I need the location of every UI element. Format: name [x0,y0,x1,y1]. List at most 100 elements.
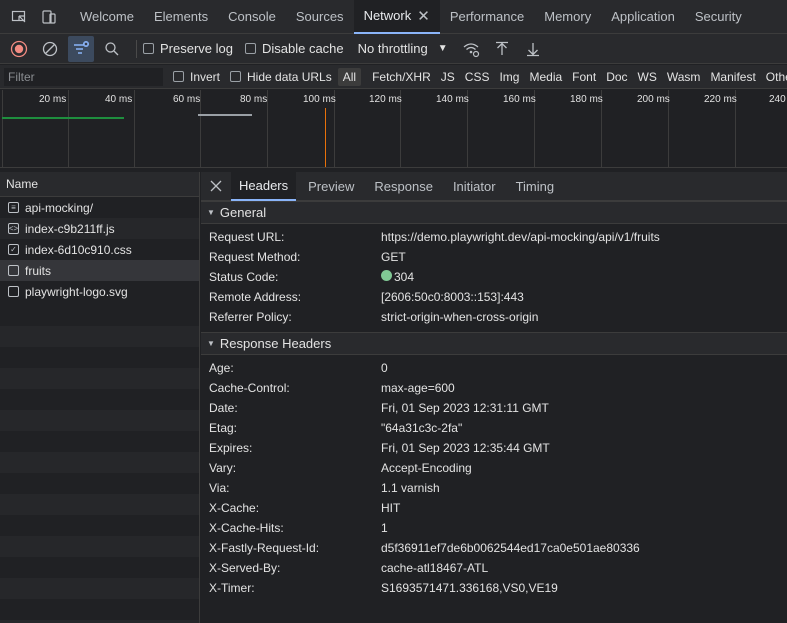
record-button[interactable] [6,36,32,62]
checkbox-box[interactable] [230,71,242,82]
header-key: X-Cache-Hits: [209,521,284,535]
header-value: https://demo.playwright.dev/api-mocking/… [381,230,660,244]
preserve-log-checkbox[interactable]: Preserve log [143,41,233,56]
header-key: Via: [209,481,230,495]
tab-memory[interactable]: Memory [534,0,601,34]
tab-network[interactable]: Network ✕ [353,0,440,34]
network-conditions-button[interactable] [458,36,484,62]
timeline-tick-label: 140 ms [436,94,469,105]
filter-toggle-button[interactable] [68,35,94,62]
header-row: Referrer Policy: strict-origin-when-cross… [201,307,787,327]
close-icon[interactable]: ✕ [417,7,430,25]
checkbox-label: Preserve log [160,41,233,56]
tab-timing[interactable]: Timing [508,172,563,201]
timeline-tick: 60 ms [173,90,201,167]
tab-headers[interactable]: Headers [231,171,297,201]
timeline-tick-label: 120 ms [369,94,402,105]
record-icon [10,40,28,57]
tab-security[interactable]: Security [685,0,752,34]
close-details-button[interactable] [201,172,231,201]
response-header-rows: Age: 0 Cache-Control: max-age=600 Date: Fri… [201,355,787,603]
filter-type-all[interactable]: All [337,67,362,86]
header-row: Cache-Control: max-age=600 [201,378,787,398]
header-value: "64a31c3c-2fa" [381,421,463,435]
tab-console[interactable]: Console [218,0,286,34]
timeline-tick-label: 100 ms [303,94,336,105]
filter-type-doc[interactable]: Doc [601,68,632,86]
filter-type-media[interactable]: Media [524,68,567,86]
tab-label: Elements [153,9,209,24]
tab-welcome[interactable]: Welcome [70,0,144,34]
column-header-name[interactable]: Name [0,172,199,197]
panel-tabs: Welcome Elements Console Sources Network… [70,0,752,34]
header-value: S1693571471.336168,VS0,VE19 [381,581,558,595]
header-value: Fri, 01 Sep 2023 12:35:44 GMT [381,441,550,455]
filter-type-wasm[interactable]: Wasm [662,68,706,86]
checkbox-box[interactable] [244,43,256,54]
timeline-tick: 20 ms [39,90,69,167]
header-value: 0 [381,361,388,375]
request-name: api-mocking/ [25,200,94,215]
timeline-tick-label: 180 ms [570,94,603,105]
tab-initiator[interactable]: Initiator [445,172,504,201]
checkbox-box[interactable] [143,43,154,54]
filter-input[interactable] [4,67,163,86]
timeline-tick: 80 ms [240,90,268,167]
status-ok-icon [381,269,392,281]
disable-cache-checkbox[interactable]: Disable cache [244,41,344,56]
header-row: Remote Address: [2606:50c0:8003::153]:443 [201,287,787,307]
tab-application[interactable]: Application [601,0,685,34]
search-button[interactable] [99,36,125,62]
clear-button[interactable] [37,36,63,62]
header-key: Request URL: [209,230,285,244]
import-har-button[interactable] [489,36,515,62]
filter-type-other[interactable]: Other [761,68,787,86]
tab-sources[interactable]: Sources [286,0,354,34]
timeline-overview[interactable]: 20 ms 40 ms 60 ms 80 ms 100 ms 120 ms 14… [0,90,787,168]
fetch-icon [8,265,19,276]
invert-checkbox[interactable]: Invert [173,70,220,84]
header-value: strict-origin-when-cross-origin [381,310,539,324]
header-key: Referrer Policy: [209,310,292,324]
tab-preview[interactable]: Preview [300,172,362,201]
tab-performance[interactable]: Performance [440,0,534,34]
inspect-element-icon[interactable] [8,6,30,28]
response-headers-section-header[interactable]: ▼ Response Headers [201,332,787,355]
timeline-tick: 220 ms [704,90,737,167]
upload-icon [495,41,508,55]
filter-type-font[interactable]: Font [567,68,601,86]
close-icon [210,180,222,192]
general-section-header[interactable]: ▼ General [201,201,787,224]
header-row: Status Code: 304 [201,267,787,287]
filter-type-manifest[interactable]: Manifest [705,68,760,86]
checkbox-label: Hide data URLs [247,69,332,84]
request-row[interactable]: ✓ index-6d10c910.css [0,239,199,260]
throttling-select[interactable]: No throttling ▼ [358,41,448,56]
header-key: X-Fastly-Request-Id: [209,541,320,555]
hide-data-urls-checkbox[interactable]: Hide data URLs [230,70,332,84]
filter-type-js[interactable]: JS [436,68,460,86]
header-row: Request URL: https://demo.playwright.dev/… [201,227,787,247]
filter-type-ws[interactable]: WS [633,68,662,86]
request-row[interactable]: <> index-c9b211ff.js [0,218,199,239]
header-row: Expires: Fri, 01 Sep 2023 12:35:44 GMT [201,438,787,458]
header-value: Fri, 01 Sep 2023 12:31:11 GMT [381,401,549,415]
request-row[interactable]: playwright-logo.svg [0,281,199,302]
request-row[interactable]: fruits [0,260,199,281]
tab-response[interactable]: Response [366,172,441,201]
device-toolbar-icon[interactable] [38,6,60,28]
expand-triangle-icon: ▼ [207,339,215,348]
tab-label: Memory [544,9,592,24]
clear-icon [42,41,58,56]
filter-type-fetch-xhr[interactable]: Fetch/XHR [367,68,436,86]
filter-type-img[interactable]: Img [494,68,524,86]
export-har-button[interactable] [520,36,546,62]
tab-elements[interactable]: Elements [144,0,218,34]
devtools-tabbar: Welcome Elements Console Sources Network… [0,0,787,34]
request-row[interactable]: ≡ api-mocking/ [0,197,199,218]
tab-label: Initiator [452,178,496,194]
filter-type-css[interactable]: CSS [460,68,495,86]
header-value: 1.1 varnish [381,481,440,495]
checkbox-box[interactable] [173,71,184,82]
timeline-tick-label: 160 ms [503,94,536,105]
